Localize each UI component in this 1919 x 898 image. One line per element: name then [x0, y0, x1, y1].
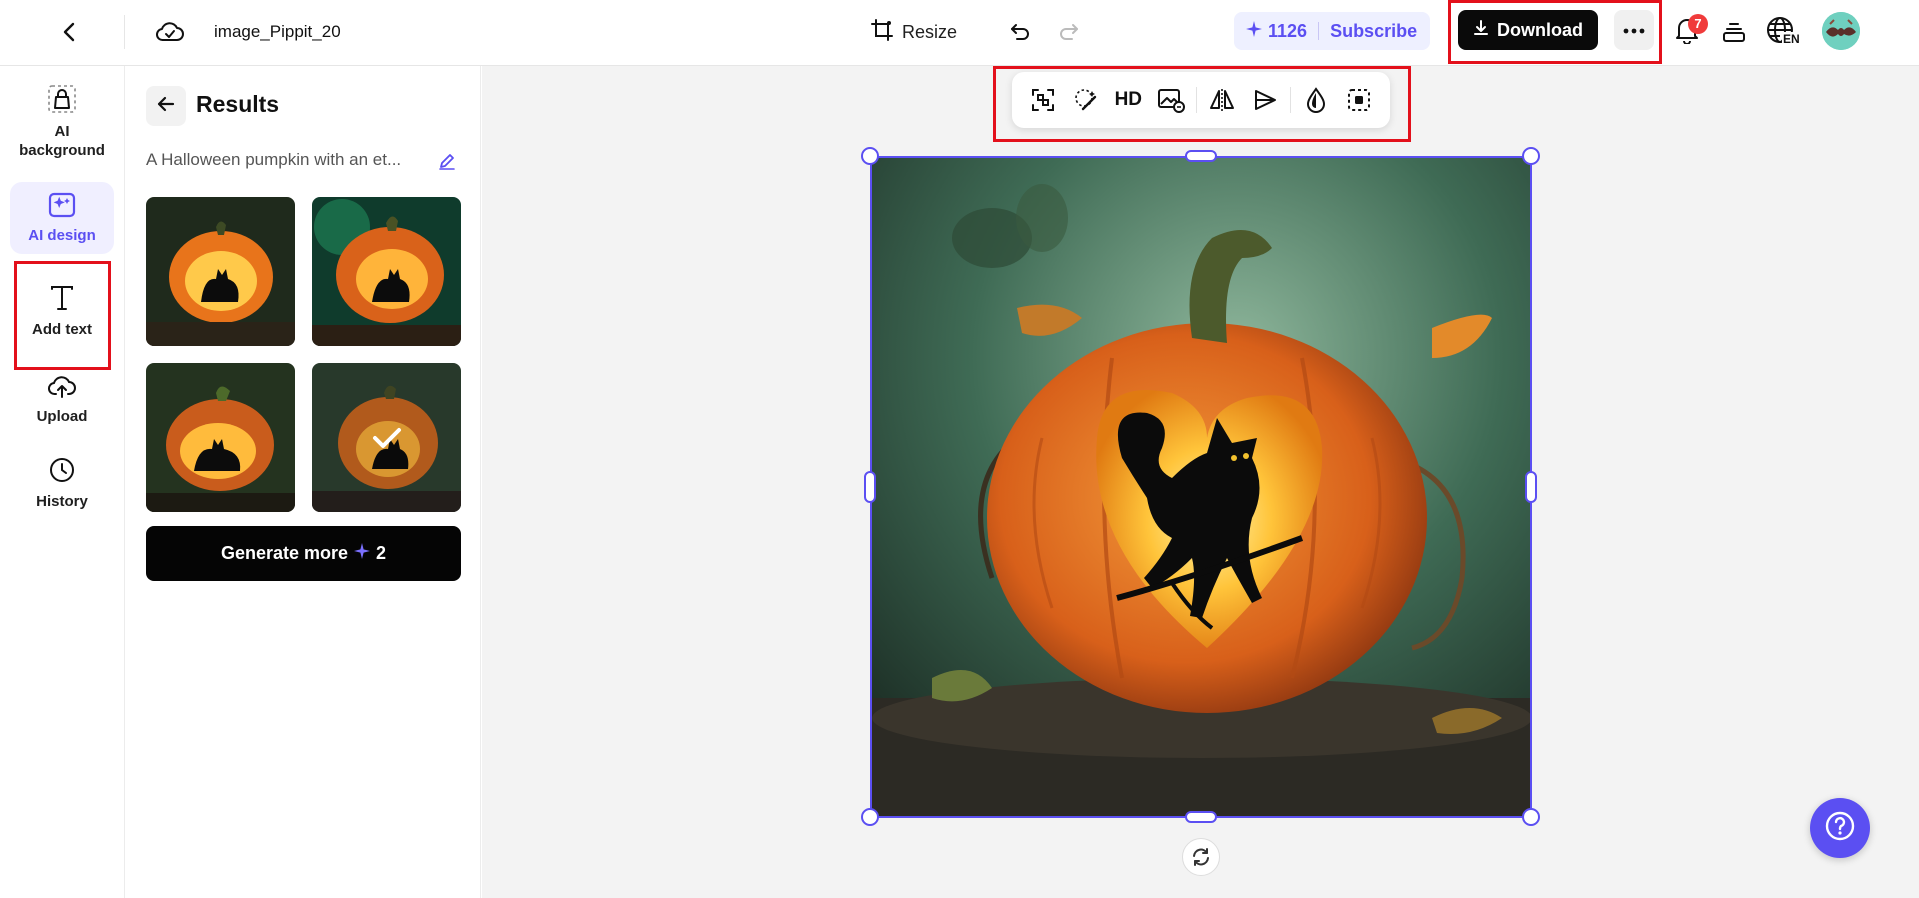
panel-title: Results [196, 91, 280, 117]
credits-bar: 1126 Subscribe [1234, 12, 1430, 50]
file-name[interactable]: image_Pippit_20 [214, 19, 346, 45]
cloud-save-icon[interactable] [151, 13, 189, 51]
download-label: Download [1497, 19, 1583, 40]
opacity-icon[interactable] [1295, 78, 1338, 122]
resize-handle-bottom-right[interactable] [1522, 808, 1540, 826]
generate-more-button[interactable]: Generate more 2 [146, 526, 461, 581]
notifications-button[interactable]: 7 [1667, 12, 1708, 52]
magic-eraser-icon[interactable] [1065, 78, 1108, 122]
resize-handle-top[interactable] [1185, 150, 1217, 162]
result-thumbnail-selected[interactable] [312, 363, 461, 512]
subscribe-link[interactable]: Subscribe [1330, 21, 1417, 42]
divider [1196, 87, 1198, 113]
rail-item-ai-design[interactable]: AI design [10, 182, 114, 254]
rail-item-label: History [36, 493, 88, 510]
download-icon [1473, 19, 1489, 41]
layers-stack-icon[interactable] [1714, 12, 1754, 52]
image-replace-icon[interactable] [1150, 78, 1193, 122]
credits-count: 1126 [1268, 20, 1308, 41]
flip-icon[interactable] [1201, 78, 1244, 122]
results-panel: Results A Halloween pumpkin with an et..… [126, 66, 481, 898]
rotate-icon[interactable] [1182, 838, 1220, 876]
result-thumbnail[interactable] [146, 363, 295, 512]
rail-item-label: AI background [19, 123, 105, 159]
resize-button[interactable]: Resize [864, 13, 963, 51]
resize-handle-bottom[interactable] [1185, 811, 1217, 823]
canvas-image[interactable] [870, 156, 1532, 818]
panel-back-button[interactable] [146, 86, 186, 126]
more-dots-icon [1623, 21, 1645, 39]
cloud-upload-icon [47, 373, 77, 404]
hd-label: HD [1114, 89, 1143, 110]
top-bar: image_Pippit_20 Resize 1126 Subscribe Do… [0, 0, 1919, 66]
generate-cost: 2 [376, 543, 387, 563]
rail-item-ai-background[interactable]: AI background [10, 84, 114, 162]
result-thumbnail[interactable] [312, 197, 461, 346]
rail-item-upload[interactable]: Upload [10, 373, 114, 433]
rail-item-label: Upload [36, 408, 88, 425]
text-icon [49, 284, 75, 317]
undo-icon[interactable] [1001, 13, 1039, 51]
rail-item-label: AI design [28, 226, 96, 244]
check-icon [312, 363, 461, 512]
send-icon[interactable] [1244, 78, 1287, 122]
rail-item-add-text[interactable]: Add text [10, 284, 114, 344]
download-button[interactable]: Download [1458, 10, 1598, 50]
clock-icon [48, 456, 76, 489]
sparkle-icon [354, 543, 371, 564]
rail-item-history[interactable]: History [10, 456, 114, 520]
focus-icon[interactable] [1338, 78, 1381, 122]
language-button[interactable]: EN [1764, 12, 1808, 52]
back-arrow-icon[interactable] [52, 14, 88, 50]
arrow-left-icon [156, 94, 176, 119]
redo-icon[interactable] [1050, 13, 1088, 51]
generate-more-label: Generate more [220, 543, 349, 563]
divider [1318, 22, 1320, 40]
image-toolbar: HD [1012, 72, 1390, 128]
language-code: EN [1782, 32, 1801, 46]
resize-handle-bottom-left[interactable] [861, 808, 879, 826]
divider [1290, 87, 1292, 113]
more-options-button[interactable] [1614, 10, 1654, 50]
question-icon [1824, 810, 1856, 847]
rail-item-label: Add text [32, 321, 92, 338]
resize-handle-right[interactable] [1525, 471, 1537, 503]
cutout-icon[interactable] [1022, 78, 1065, 122]
resize-handle-left[interactable] [864, 471, 876, 503]
pumpkin-artwork [872, 158, 1530, 816]
result-thumbnail[interactable] [146, 197, 295, 346]
notification-badge: 7 [1688, 14, 1708, 34]
resize-label: Resize [902, 21, 958, 42]
resize-handle-top-left[interactable] [861, 147, 879, 165]
resize-handle-top-right[interactable] [1522, 147, 1540, 165]
bag-icon [47, 84, 77, 119]
ai-design-icon [48, 192, 76, 223]
hd-upscale-button[interactable]: HD [1107, 78, 1150, 122]
edit-pencil-icon[interactable] [434, 148, 460, 174]
resize-icon [870, 18, 894, 47]
left-rail: AI background AI design Add text Upload … [0, 66, 125, 898]
help-button[interactable] [1810, 798, 1870, 858]
divider [124, 15, 125, 49]
avatar[interactable] [1822, 12, 1860, 50]
sparkle-icon [1246, 20, 1262, 42]
prompt-text[interactable]: A Halloween pumpkin with an et... [146, 150, 424, 170]
